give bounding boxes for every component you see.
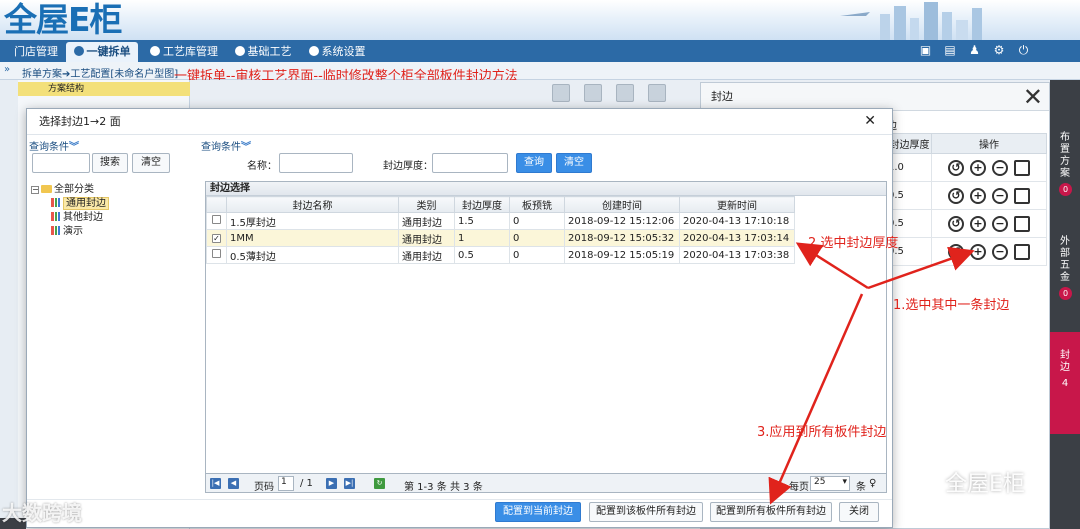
watermark-right: 全屋E柜 xyxy=(905,466,1025,498)
arrow-to-thickness xyxy=(867,246,975,290)
arrow-to-apply-all xyxy=(768,293,864,505)
watermark-left: 大数跨境 xyxy=(2,501,82,525)
arrow-to-row xyxy=(795,242,869,290)
annotation-step2: 2.选中封边厚度 xyxy=(808,236,899,251)
annotation-step3: 3.应用到所有板件封边 xyxy=(757,425,887,440)
wechat-icon xyxy=(905,471,939,497)
annotation-arrows xyxy=(768,242,975,505)
annotation-step1: 1.选中其中一条封边 xyxy=(893,298,1010,313)
